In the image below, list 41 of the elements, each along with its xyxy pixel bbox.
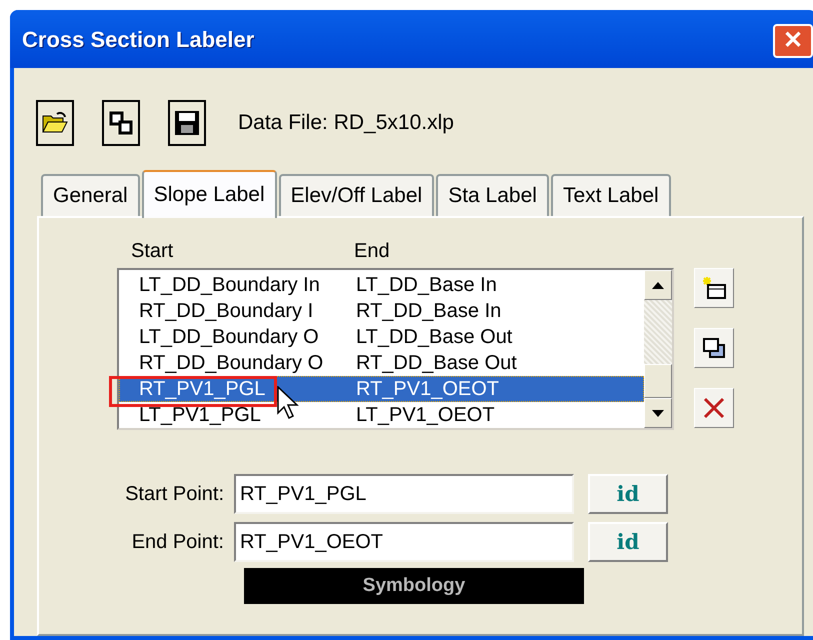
open-folder-button[interactable] [36, 100, 74, 146]
scrollbar[interactable] [644, 270, 672, 428]
identify-button[interactable]: id [588, 522, 668, 562]
tab[interactable]: Text Label [550, 174, 671, 216]
window-title: Cross Section Labeler [22, 26, 254, 54]
overlapping-squares-icon [703, 338, 725, 358]
scroll-thumb[interactable] [644, 364, 672, 398]
mouse-pointer-icon [277, 386, 299, 420]
field-label: End Point: [130, 530, 225, 555]
input-field[interactable]: RT_PV1_OEOT [234, 522, 574, 562]
copy-button[interactable] [102, 100, 140, 146]
add-item-button[interactable] [694, 268, 734, 308]
scroll-down-button[interactable] [644, 398, 672, 428]
stacked-squares-icon [109, 111, 133, 135]
up-arrow-icon [652, 282, 664, 288]
column-header: End [354, 239, 390, 264]
new-window-icon [702, 277, 726, 299]
list-row[interactable]: RT_DD_Boundary I RT_DD_Base In [119, 298, 644, 324]
list-row[interactable]: LT_PV1_PGL LT_PV1_OEOT [119, 402, 644, 428]
input-field[interactable]: RT_PV1_PGL [234, 474, 574, 514]
down-arrow-icon [652, 410, 664, 416]
identify-button[interactable]: id [588, 474, 668, 514]
selected-list-row[interactable]: RT_PV1_PGL RT_PV1_OEOT [119, 376, 644, 402]
tab[interactable]: General [41, 174, 140, 216]
tab[interactable]: Slope Label [142, 170, 277, 218]
tab[interactable]: Sta Label [436, 174, 549, 216]
field-label: Start Point: [124, 482, 225, 507]
save-button[interactable] [168, 100, 206, 146]
tab[interactable]: Elev/Off Label [278, 174, 434, 216]
list-row[interactable]: LT_DD_Boundary O LT_DD_Base Out [119, 324, 644, 350]
data-file-label: Data File: RD_5x10.xlp [238, 110, 454, 136]
close-button[interactable]: ✕ [773, 24, 813, 58]
delete-icon [703, 397, 725, 419]
copy-item-button[interactable] [694, 328, 734, 368]
list-row[interactable]: RT_DD_Boundary O RT_DD_Base Out [119, 350, 644, 376]
column-header: Start [131, 239, 174, 264]
list-row[interactable]: LT_DD_Boundary In LT_DD_Base In [119, 272, 644, 298]
delete-item-button[interactable] [694, 388, 734, 428]
scroll-up-button[interactable] [644, 270, 672, 300]
symbology-button[interactable]: Symbology [244, 568, 584, 604]
folder-icon [42, 112, 68, 134]
